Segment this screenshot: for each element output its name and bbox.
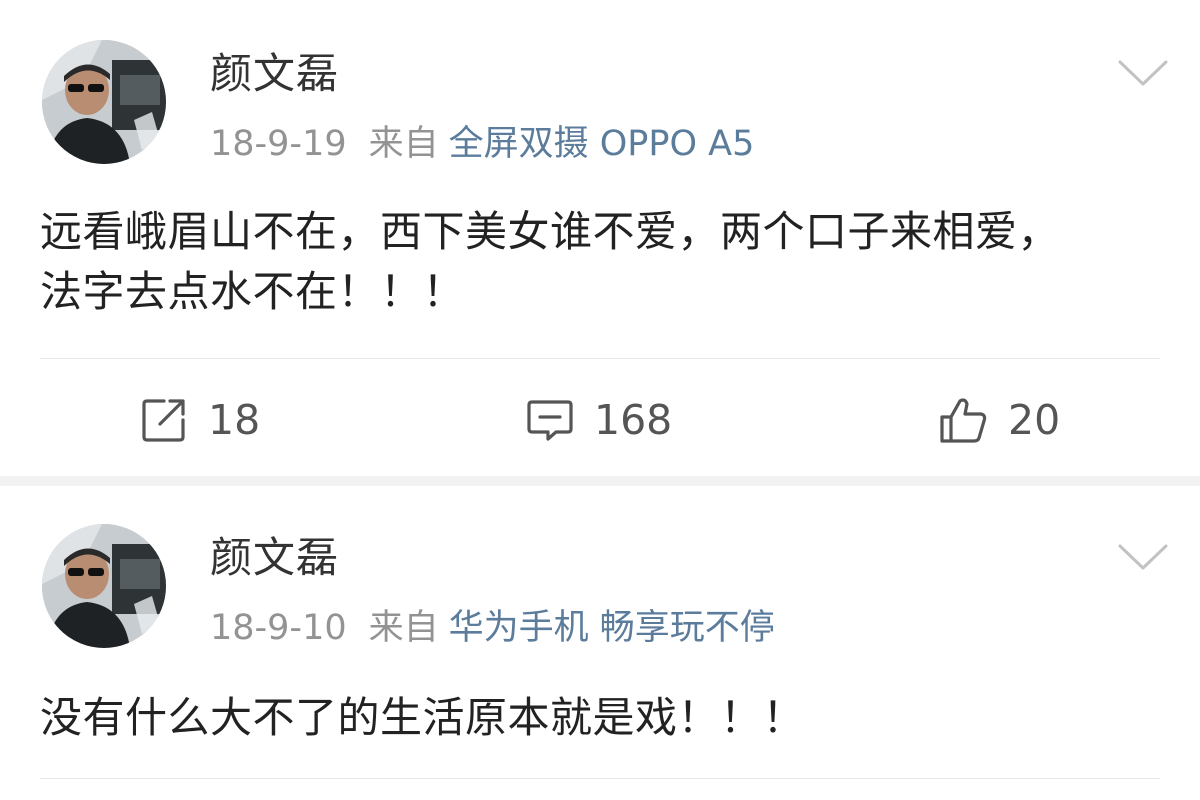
divider <box>40 778 1160 779</box>
comment-button[interactable]: 168 <box>526 390 672 450</box>
chevron-down-icon[interactable] <box>1116 58 1170 88</box>
post-content-line: 没有什么大不了的生活原本就是戏！！！ <box>40 693 806 742</box>
avatar[interactable] <box>42 524 166 648</box>
post-meta: 18-9-10 来自 华为手机 畅享玩不停 <box>210 606 775 650</box>
device-link[interactable]: 华为手机 畅享玩不停 <box>449 608 775 648</box>
thumbs-up-icon <box>940 398 987 443</box>
post-content-line: 远看峨眉山不在，西下美女谁不爱，两个口子来相爱， <box>40 207 1061 256</box>
post-date: 18-9-19 <box>210 124 347 164</box>
post-content: 没有什么大不了的生活原本就是戏！！！ <box>40 688 1165 748</box>
username[interactable]: 颜文磊 <box>210 48 339 100</box>
avatar-photo <box>42 524 166 648</box>
avatar-photo <box>42 40 166 164</box>
comment-count: 168 <box>594 396 673 444</box>
source-label: 来自 <box>368 608 439 648</box>
post-content-line: 法字去点水不在！！！ <box>40 267 466 316</box>
post-card: 颜文磊 18-9-10 来自 华为手机 畅享玩不停 没有什么大不了的生活原本就是戏！… <box>0 486 1200 800</box>
repost-count: 18 <box>208 396 261 444</box>
device-link[interactable]: 全屏双摄 OPPO A5 <box>449 124 755 164</box>
comment-icon <box>527 400 573 441</box>
chevron-down-icon[interactable] <box>1116 542 1170 572</box>
post-card: 颜文磊 18-9-19 来自 全屏双摄 OPPO A5 远看峨眉山不在，西下美女谁不… <box>0 0 1200 476</box>
weibo-feed: 颜文磊 18-9-19 来自 全屏双摄 OPPO A5 远看峨眉山不在，西下美女谁不… <box>0 0 1200 800</box>
share-icon <box>142 399 185 442</box>
post-date: 18-9-10 <box>210 608 347 648</box>
username[interactable]: 颜文磊 <box>210 532 339 584</box>
source-label: 来自 <box>368 124 439 164</box>
feed-separator <box>0 476 1200 486</box>
like-count: 20 <box>1008 396 1061 444</box>
divider <box>40 358 1160 359</box>
like-button[interactable]: 20 <box>938 390 1060 450</box>
post-content: 远看峨眉山不在，西下美女谁不爱，两个口子来相爱， 法字去点水不在！！！ <box>40 202 1165 322</box>
avatar[interactable] <box>42 40 166 164</box>
post-meta: 18-9-19 来自 全屏双摄 OPPO A5 <box>210 122 754 166</box>
repost-button[interactable]: 18 <box>140 390 260 450</box>
